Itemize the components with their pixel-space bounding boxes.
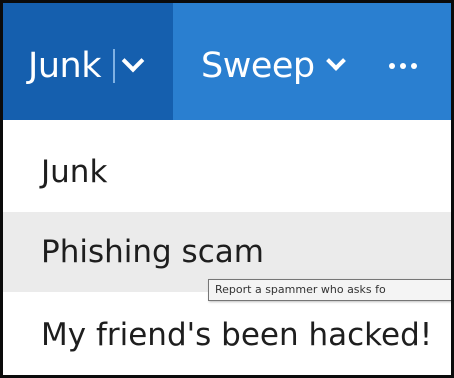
junk-button-label: Junk (28, 45, 101, 86)
ellipsis-icon (400, 62, 406, 69)
junk-split-button[interactable]: Junk (3, 3, 173, 120)
chevron-down-icon (325, 50, 346, 71)
tooltip: Report a spammer who asks fo (208, 279, 451, 301)
menu-item-label: Junk (41, 154, 108, 190)
app-frame: Junk Sweep Junk Phishing scam My friend'… (0, 0, 454, 378)
menu-item-label: Phishing scam (41, 234, 264, 270)
ellipsis-icon (411, 62, 417, 69)
sweep-button-label: Sweep (201, 45, 315, 86)
menu-item-junk[interactable]: Junk (3, 132, 451, 212)
split-separator (112, 48, 115, 83)
chevron-down-icon[interactable] (121, 49, 145, 72)
command-bar: Junk Sweep (3, 3, 451, 120)
more-options-button[interactable] (389, 3, 417, 120)
menu-item-label: My friend's been hacked! (41, 317, 433, 353)
ellipsis-icon (389, 62, 395, 69)
menu-item-friend-hacked[interactable]: My friend's been hacked! (3, 295, 451, 375)
sweep-button[interactable]: Sweep (201, 3, 346, 120)
